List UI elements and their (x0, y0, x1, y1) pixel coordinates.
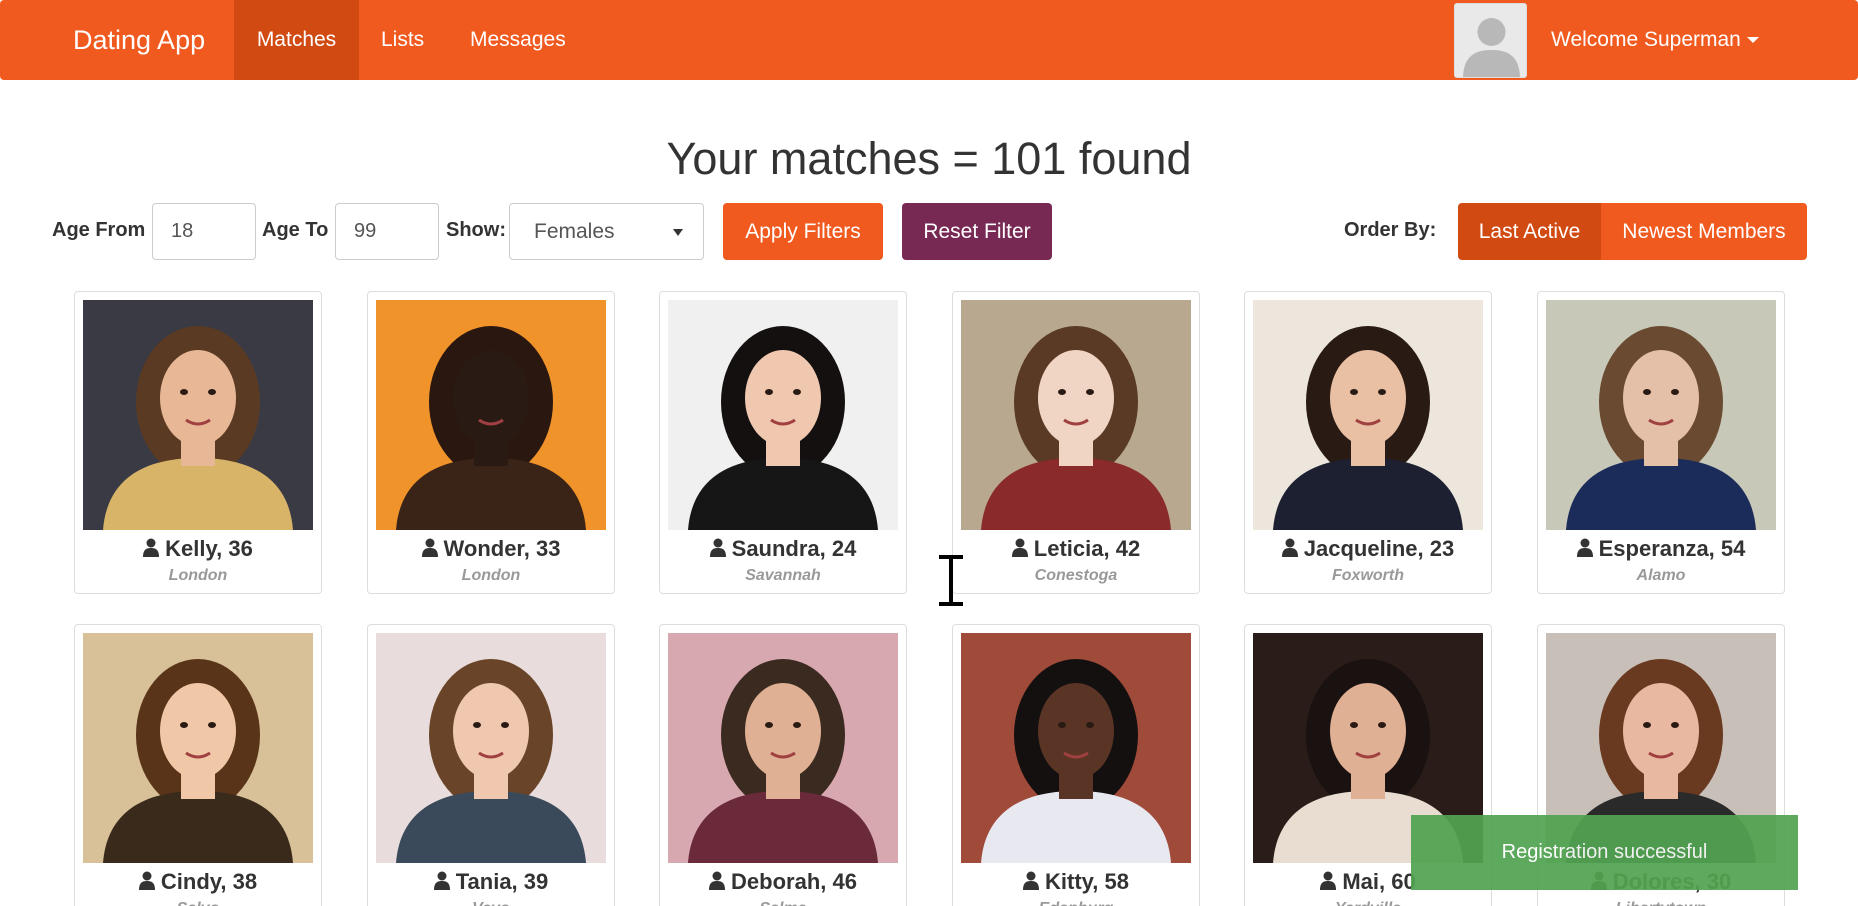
age-from-input[interactable]: 18 (152, 203, 256, 260)
member-city: Savannah (745, 567, 821, 584)
member-name: Tania, 39 (368, 869, 614, 895)
member-city: Vevo (368, 900, 614, 906)
page-title: Your matches = 101 found (666, 133, 1192, 184)
user-icon (433, 871, 450, 890)
member-card[interactable]: Jacqueline, 23 Foxworth (1244, 291, 1492, 594)
member-photo[interactable] (376, 300, 606, 530)
order-last-active-button[interactable]: Last Active (1458, 203, 1601, 260)
member-card[interactable]: Esperanza, 54 Alamo (1537, 291, 1785, 594)
gender-select-value: Females (534, 220, 615, 243)
member-city: London (461, 567, 521, 584)
top-navbar: Dating App Matches Lists Messages Welcom… (0, 0, 1858, 80)
brand-link[interactable]: Dating App (73, 0, 205, 80)
user-icon (421, 538, 438, 557)
text-cursor-icon (939, 555, 963, 606)
user-icon (1576, 538, 1593, 557)
welcome-text: Welcome Superman (1551, 28, 1741, 51)
order-newest-members-button[interactable]: Newest Members (1601, 203, 1807, 260)
member-card[interactable]: Kitty, 58 Edenburg (952, 624, 1200, 906)
nav-messages[interactable]: Messages (448, 0, 588, 80)
user-icon (709, 871, 726, 890)
member-card[interactable]: Kelly, 36 London (74, 291, 322, 594)
user-icon (709, 538, 726, 557)
gender-select[interactable]: Females (509, 203, 704, 260)
member-name: Kitty, 58 (953, 869, 1199, 895)
user-avatar[interactable] (1454, 3, 1527, 78)
order-by-group: Last Active Newest Members (1458, 203, 1807, 260)
member-photo[interactable] (668, 300, 898, 530)
member-photo[interactable] (1253, 300, 1483, 530)
member-photo[interactable] (376, 633, 606, 863)
user-icon (1023, 871, 1040, 890)
member-name-text: Mai, 60 (1342, 869, 1416, 894)
member-name-text: Wonder, 33 (443, 536, 561, 561)
caret-down-icon (1746, 37, 1759, 44)
age-from-label: Age From (52, 219, 146, 241)
member-name-text: Kelly, 36 (165, 536, 253, 561)
member-name: Jacqueline, 23 (1245, 536, 1491, 562)
member-name: Deborah, 46 (660, 869, 906, 895)
member-name-text: Deborah, 46 (731, 869, 857, 894)
nav-matches[interactable]: Matches (234, 0, 359, 80)
member-name-text: Saundra, 24 (731, 536, 857, 561)
user-icon (138, 871, 155, 890)
member-photo[interactable] (668, 633, 898, 863)
select-arrow-icon (673, 229, 683, 236)
member-name: Wonder, 33 (368, 536, 614, 562)
order-by-label: Order By: (1344, 219, 1437, 241)
toast-notification[interactable]: Registration successful (1411, 815, 1798, 890)
member-city: Foxworth (1332, 567, 1404, 584)
member-card[interactable]: Tania, 39 Vevo (367, 624, 615, 906)
avatar-placeholder-icon (1455, 4, 1526, 77)
member-card[interactable]: Cindy, 38 Salvo (74, 624, 322, 906)
member-city: Selma (660, 900, 906, 906)
member-card[interactable]: Saundra, 24 Savannah (659, 291, 907, 594)
member-city: Libertytown (1538, 900, 1784, 906)
member-photo[interactable] (83, 300, 313, 530)
member-city: London (168, 567, 228, 584)
show-label: Show: (446, 219, 506, 241)
member-photo[interactable] (961, 633, 1191, 863)
age-to-input[interactable]: 99 (335, 203, 439, 260)
apply-filters-button[interactable]: Apply Filters (723, 203, 883, 260)
welcome-dropdown[interactable]: Welcome Superman (1551, 0, 1759, 80)
age-to-label: Age To (262, 219, 329, 241)
reset-filter-button[interactable]: Reset Filter (902, 203, 1052, 260)
member-name-text: Tania, 39 (455, 869, 549, 894)
member-city: Edenburg (953, 900, 1199, 906)
member-name: Cindy, 38 (75, 869, 321, 895)
member-city: Conestoga (1034, 567, 1118, 584)
member-city: Salvo (75, 900, 321, 906)
member-card[interactable]: Wonder, 33 London (367, 291, 615, 594)
member-photo[interactable] (1546, 300, 1776, 530)
member-city: Alamo (1636, 567, 1686, 584)
member-name-text: Kitty, 58 (1045, 869, 1129, 894)
member-name: Esperanza, 54 (1538, 536, 1784, 562)
user-icon (1011, 538, 1028, 557)
user-icon (143, 538, 160, 557)
nav-lists[interactable]: Lists (359, 0, 446, 80)
user-icon (1320, 871, 1337, 890)
member-photo[interactable] (83, 633, 313, 863)
user-icon (1281, 538, 1298, 557)
member-name-text: Esperanza, 54 (1598, 536, 1746, 561)
member-name: Leticia, 42 (953, 536, 1199, 562)
member-name: Kelly, 36 (75, 536, 321, 562)
member-city: Yardville (1245, 900, 1491, 906)
member-name-text: Cindy, 38 (160, 869, 258, 894)
member-photo[interactable] (961, 300, 1191, 530)
member-name: Saundra, 24 (660, 536, 906, 562)
member-card[interactable]: Deborah, 46 Selma (659, 624, 907, 906)
member-name-text: Jacqueline, 23 (1303, 536, 1455, 561)
member-card[interactable]: Leticia, 42 Conestoga (952, 291, 1200, 594)
member-name-text: Leticia, 42 (1033, 536, 1141, 561)
